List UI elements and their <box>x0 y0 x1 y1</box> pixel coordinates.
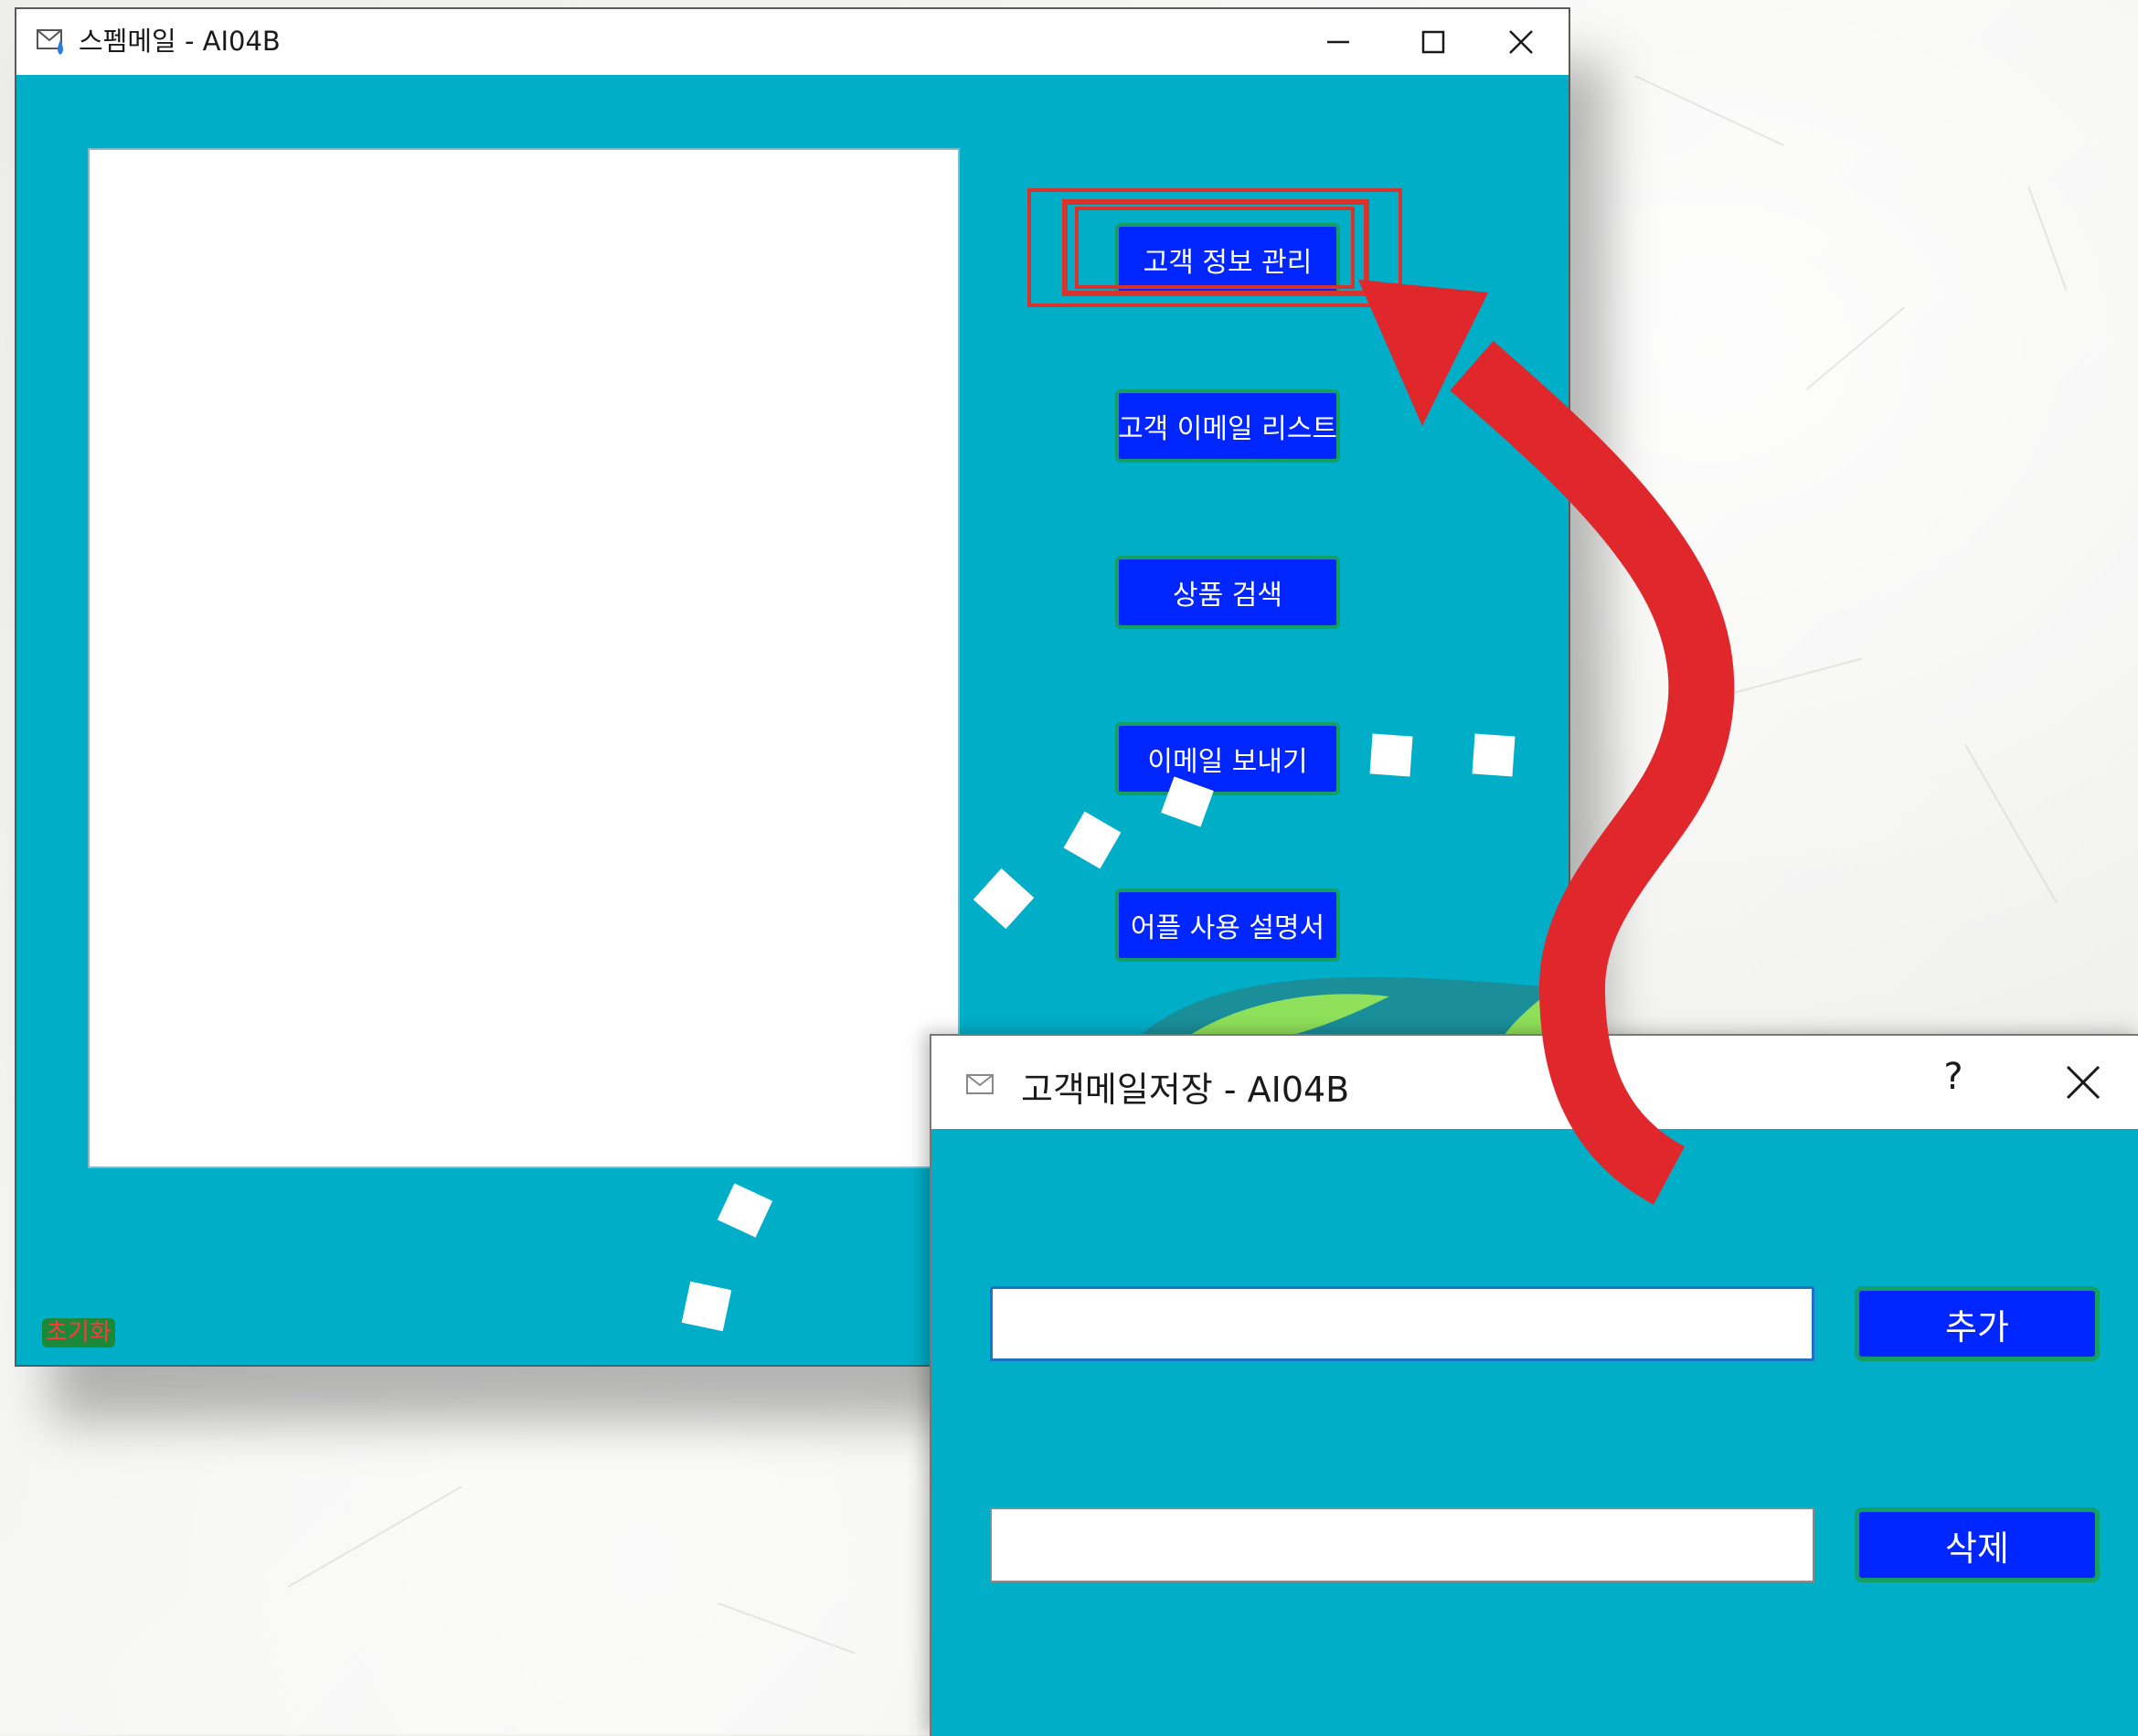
mail-app-icon <box>37 29 63 55</box>
output-text-area[interactable] <box>88 148 960 1168</box>
dialog-titlebar[interactable]: 고객메일저장 - AI04B ? <box>931 1036 2138 1129</box>
main-titlebar[interactable]: 스펨메일 - AI04B <box>16 9 1569 75</box>
add-email-input[interactable] <box>990 1286 1814 1361</box>
minimize-icon <box>1327 40 1349 44</box>
maximize-button[interactable] <box>1386 9 1481 75</box>
save-email-dialog: 고객메일저장 - AI04B ? 추가 삭제 <box>930 1034 2138 1736</box>
envelope-icon <box>966 1074 994 1094</box>
send-email-button[interactable]: 이메일 보내기 <box>1115 722 1340 795</box>
reset-button[interactable]: 초기화 <box>42 1318 115 1347</box>
annotation-highlight-box <box>1075 207 1355 289</box>
main-window-title: 스펨메일 - AI04B <box>79 26 281 57</box>
delete-button[interactable]: 삭제 <box>1855 1507 2100 1582</box>
help-button[interactable]: ? <box>1928 1056 1979 1098</box>
close-button[interactable] <box>1473 9 1569 75</box>
delete-email-input[interactable] <box>990 1507 1814 1582</box>
email-list-button[interactable]: 고객 이메일 리스트 <box>1115 389 1340 463</box>
product-search-button[interactable]: 상품 검색 <box>1115 556 1340 629</box>
minimize-button[interactable] <box>1291 9 1386 75</box>
add-button[interactable]: 추가 <box>1855 1286 2100 1361</box>
dialog-title: 고객메일저장 - AI04B <box>1021 1070 1350 1110</box>
maximize-icon <box>1421 30 1445 54</box>
app-manual-button[interactable]: 어플 사용 설명서 <box>1115 889 1340 962</box>
dialog-close-button[interactable] <box>2060 1060 2106 1105</box>
close-icon <box>1509 30 1533 54</box>
